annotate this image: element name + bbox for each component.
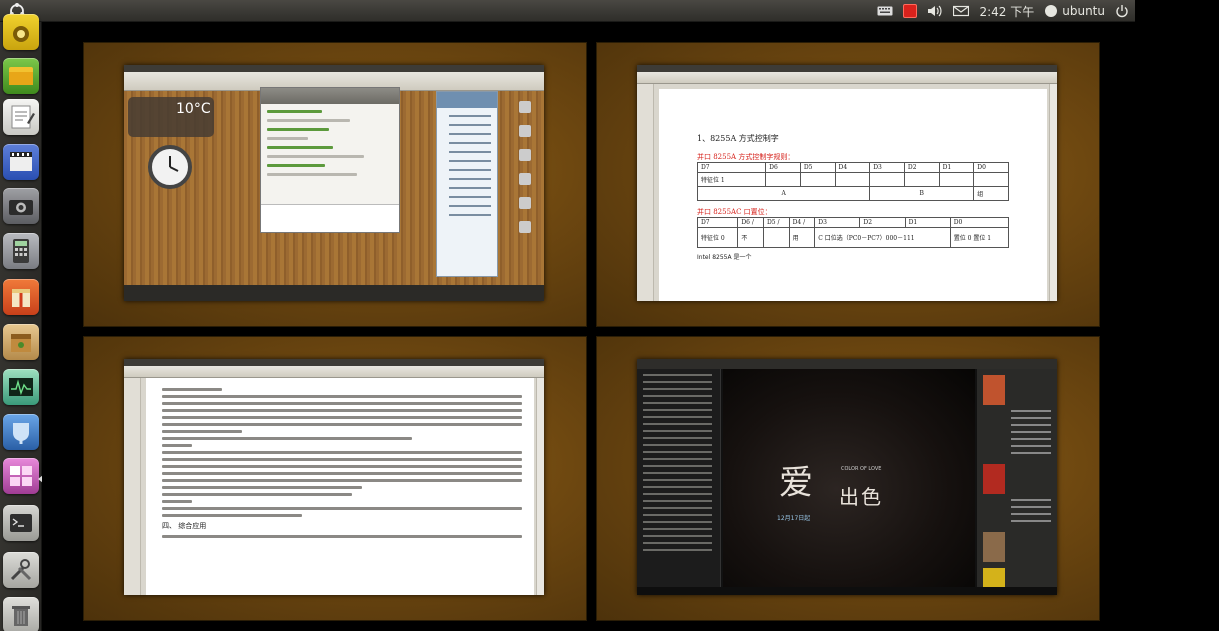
gift-package-icon[interactable] (3, 279, 39, 315)
control-word-table: D7 D6 D5 D4 D3 D2 D1 D0 特征位 1 A B 组 (696, 162, 1009, 201)
workspace-2[interactable]: 1、8255A 方式控制字 并口 8255A 方式控制字规则： D7 D6 D5 D… (597, 43, 1099, 326)
scrollbar[interactable] (1049, 84, 1057, 301)
contact-list-panel (436, 91, 498, 277)
clock-time[interactable]: 2:42 下午 (979, 0, 1034, 22)
port-c-table: D7 D6 / D5 /D4 / D3 D2 D1 D0 特征位 0不 用 C 口位选… (696, 217, 1010, 248)
info-sidebar (977, 369, 1057, 595)
video-title-2: 出色 (839, 485, 883, 509)
workspace-1[interactable]: 10°C (84, 43, 586, 326)
player-controls[interactable] (637, 587, 1057, 595)
doc-subheading-2: 并口 8255AC 口置位： (697, 208, 772, 216)
camera-icon[interactable] (3, 188, 39, 224)
workspace-3-preview: 四、 综合应用 (124, 359, 544, 595)
archive-manager-icon[interactable] (3, 324, 39, 360)
desktop-icons (510, 95, 540, 275)
workspace-1-preview: 10°C (124, 65, 544, 301)
movie-player-icon[interactable] (3, 144, 39, 180)
document-page: 1、8255A 方式控制字 并口 8255A 方式控制字规则： D7 D6 D5 D… (659, 89, 1047, 301)
system-tray: 2:42 下午 ubuntu (877, 0, 1129, 22)
volume-icon[interactable] (927, 0, 943, 22)
workspace-4[interactable]: 爱 出色 COLOR OF LOVE 12月17日起 (597, 337, 1099, 620)
workspace-4-preview: 爱 出色 COLOR OF LOVE 12月17日起 (637, 359, 1057, 595)
keyboard-icon[interactable] (877, 0, 893, 22)
chat-window (260, 87, 400, 233)
terminal-icon[interactable] (3, 505, 39, 541)
top-panel: 2:42 下午 ubuntu (0, 0, 1135, 22)
mail-icon[interactable] (953, 0, 970, 22)
workspace-switcher-icon[interactable] (3, 458, 39, 494)
file-browser-icon[interactable] (3, 58, 39, 94)
tools-icon[interactable] (3, 552, 39, 588)
text-editor-icon[interactable] (3, 99, 39, 135)
document-page: 四、 综合应用 (146, 378, 534, 595)
trash-icon[interactable] (3, 597, 39, 631)
video-frame: 爱 出色 COLOR OF LOVE 12月17日起 (723, 369, 975, 587)
video-subtitle-en: COLOR OF LOVE (841, 466, 882, 472)
user-status-icon (1045, 5, 1058, 17)
video-title: 爱 (779, 463, 817, 503)
power-icon[interactable] (1115, 0, 1129, 22)
playlist-panel (637, 369, 721, 587)
calculator-icon[interactable] (3, 233, 39, 269)
doc-subheading-1: 并口 8255A 方式控制字规则： (697, 153, 795, 161)
wine-app-icon[interactable] (3, 414, 39, 450)
user-name: ubuntu (1062, 4, 1105, 18)
launcher (0, 14, 43, 631)
user-menu[interactable]: ubuntu (1044, 0, 1105, 22)
ubuntu-software-center-icon[interactable] (3, 14, 39, 50)
workspace-3[interactable]: 四、 综合应用 (84, 337, 586, 620)
system-monitor-icon[interactable] (3, 369, 39, 405)
weather-widget: 10°C (128, 97, 214, 137)
workspace-overview: 10°C 1、8255A 方式控制字 并口 8255A 方式控制字规则： D7 … (42, 22, 1219, 631)
doc-heading: 1、8255A 方式控制字 (697, 134, 779, 143)
video-date: 12月17日起 (777, 515, 811, 522)
doc-section-heading: 四、 综合应用 (162, 522, 207, 530)
weather-temp: 10°C (176, 101, 211, 117)
scrollbar[interactable] (536, 378, 544, 595)
red-indicator-icon[interactable] (903, 0, 918, 22)
clock-widget-icon (148, 145, 192, 189)
doc-footer-text: Intel 8255A 是一个 (697, 254, 752, 261)
workspace-2-preview: 1、8255A 方式控制字 并口 8255A 方式控制字规则： D7 D6 D5 D… (637, 65, 1057, 301)
